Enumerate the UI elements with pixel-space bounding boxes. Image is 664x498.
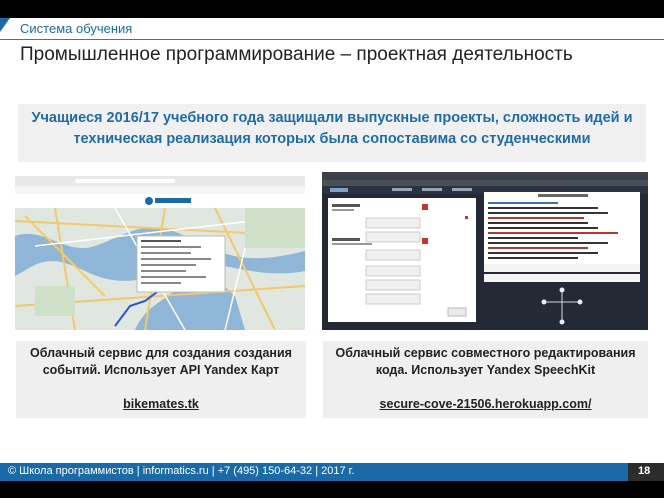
project-card-bikemates: Облачный сервис для создания создания со… [16,341,306,418]
page-number-box: 18 [628,463,664,481]
project-card-code-editor: Облачный сервис совместного редактирован… [323,341,648,418]
top-black-band [0,0,664,18]
corner-accent [0,18,10,32]
page-number: 18 [638,465,651,477]
summary-banner: Учащиеся 2016/17 учебного года защищали … [18,104,646,162]
project-link[interactable]: secure-cove-21506.herokuapp.com/ [323,397,648,411]
project-description: Облачный сервис для создания создания со… [30,346,292,377]
map-illustration [15,176,305,330]
footer-bar: © Школа программистов | informatics.ru |… [0,463,664,481]
footer-text: © Школа программистов | informatics.ru |… [8,465,355,477]
bottom-black-band [0,481,664,498]
project-link[interactable]: bikemates.tk [16,397,306,411]
section-kicker: Система обучения [20,21,133,36]
editor-illustration [322,172,648,325]
summary-banner-text: Учащиеся 2016/17 учебного года защищали … [31,110,633,147]
project-description: Облачный сервис совместного редактирован… [335,346,636,377]
map-app-screenshot [15,176,305,330]
slide-title-text: Промышленное программирование – проектна… [20,44,573,65]
slide-title: Промышленное программирование – проектна… [0,39,664,67]
title-rule [0,39,664,40]
editor-app-screenshot [322,172,648,330]
